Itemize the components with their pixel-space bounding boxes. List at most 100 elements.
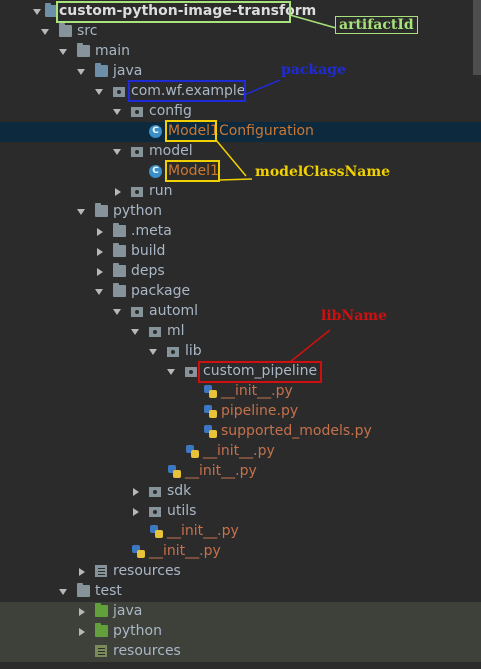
tree-row-test-java[interactable]: java — [0, 602, 481, 622]
folder-icon — [77, 43, 90, 57]
tree-row-sdk[interactable]: sdk — [0, 482, 481, 502]
tree-row-resources[interactable]: resources — [0, 562, 481, 582]
python-file-icon — [150, 525, 164, 539]
chevron-down-icon[interactable] — [95, 89, 103, 95]
model1-config-highlight-box — [165, 120, 217, 142]
package-annotation: package — [281, 62, 346, 78]
chevron-right-icon[interactable] — [133, 508, 139, 516]
package-icon — [131, 185, 144, 197]
meta-label: .meta — [131, 223, 172, 239]
chevron-down-icon[interactable] — [113, 109, 121, 115]
test-folder-icon — [95, 623, 108, 637]
configuration-suffix: Configuration — [218, 123, 314, 139]
chevron-right-icon[interactable] — [115, 188, 121, 196]
chevron-right-icon[interactable] — [79, 608, 85, 616]
source-folder-icon — [95, 63, 108, 77]
python-label: python — [113, 203, 162, 219]
tree-row-pipeline-py[interactable]: pipeline.py — [0, 402, 481, 422]
scrollbar[interactable] — [473, 0, 481, 75]
tree-row-python[interactable]: python — [0, 202, 481, 222]
lib-label: lib — [185, 343, 202, 359]
tree-row-test-resources[interactable]: resources — [0, 642, 481, 662]
tree-row-utils[interactable]: utils — [0, 502, 481, 522]
init-py-label: __init__.py — [167, 523, 239, 539]
tree-row-model[interactable]: model — [0, 142, 481, 162]
package-icon — [149, 325, 162, 337]
class-icon: C — [149, 165, 162, 178]
package-highlight-box — [128, 80, 246, 102]
package-dir-label: package — [131, 283, 191, 299]
tree-row-build[interactable]: build — [0, 242, 481, 262]
test-folder-icon — [95, 603, 108, 617]
libname-annotation: libName — [321, 308, 388, 324]
tree-row-model1-configuration[interactable]: C Model1Configuration — [0, 122, 481, 142]
python-file-icon — [204, 425, 218, 439]
package-icon — [185, 365, 198, 377]
folder-icon — [113, 223, 126, 237]
tree-row-meta[interactable]: .meta — [0, 222, 481, 242]
tree-row-init-py[interactable]: __init__.py — [0, 522, 481, 542]
resources-label: resources — [113, 563, 181, 579]
chevron-right-icon[interactable] — [97, 268, 103, 276]
chevron-right-icon[interactable] — [79, 568, 85, 576]
tree-row-test[interactable]: test — [0, 582, 481, 602]
chevron-down-icon[interactable] — [113, 309, 121, 315]
package-icon — [131, 105, 144, 117]
python-file-icon — [186, 445, 200, 459]
chevron-down-icon[interactable] — [59, 49, 67, 55]
python-file-icon — [204, 385, 218, 399]
main-label: main — [95, 43, 130, 59]
init-py-label: __init__.py — [221, 383, 293, 399]
init-py-label: __init__.py — [149, 543, 221, 559]
tree-row-init-py[interactable]: __init__.py — [0, 442, 481, 462]
automl-label: automl — [149, 303, 199, 319]
chevron-down-icon[interactable] — [59, 589, 67, 595]
chevron-right-icon[interactable] — [97, 248, 103, 256]
chevron-right-icon[interactable] — [79, 628, 85, 636]
tree-row-test-python[interactable]: python — [0, 622, 481, 642]
chevron-down-icon[interactable] — [77, 209, 85, 215]
init-py-label: __init__.py — [185, 463, 257, 479]
chevron-down-icon[interactable] — [131, 329, 139, 335]
sdk-label: sdk — [167, 483, 192, 499]
tree-row-config[interactable]: config — [0, 102, 481, 122]
model-label: model — [149, 143, 193, 159]
tree-row-package-dir[interactable]: package — [0, 282, 481, 302]
chevron-down-icon[interactable] — [77, 69, 85, 75]
chevron-down-icon[interactable] — [167, 369, 175, 375]
tree-row-deps[interactable]: deps — [0, 262, 481, 282]
utils-label: utils — [167, 503, 197, 519]
tree-row-init-py[interactable]: __init__.py — [0, 382, 481, 402]
src-label: src — [77, 23, 98, 39]
custom-pipeline-highlight-box — [198, 361, 322, 383]
tree-row-java[interactable]: java — [0, 62, 481, 82]
artifactid-annotation: artifactId — [335, 16, 418, 34]
tree-row-run[interactable]: run — [0, 182, 481, 202]
folder-icon — [59, 23, 72, 37]
chevron-down-icon[interactable] — [33, 9, 41, 15]
ml-label: ml — [167, 323, 185, 339]
folder-icon — [113, 283, 126, 297]
java-label: java — [113, 63, 143, 79]
tree-row-main[interactable]: main — [0, 42, 481, 62]
chevron-down-icon[interactable] — [95, 289, 103, 295]
python-file-icon — [168, 465, 182, 479]
chevron-down-icon[interactable] — [149, 349, 157, 355]
tree-row-init-py[interactable]: __init__.py — [0, 542, 481, 562]
python-file-icon — [204, 405, 218, 419]
chevron-down-icon[interactable] — [113, 149, 121, 155]
tree-row-init-py[interactable]: __init__.py — [0, 462, 481, 482]
python-file-icon — [132, 545, 146, 559]
chevron-down-icon[interactable] — [41, 29, 49, 35]
chevron-right-icon[interactable] — [133, 488, 139, 496]
tree-row-model1[interactable]: C Model1 — [0, 162, 481, 182]
model1-highlight-box — [165, 160, 220, 182]
tree-row-ml[interactable]: ml — [0, 322, 481, 342]
test-python-label: python — [113, 623, 162, 639]
build-label: build — [131, 243, 166, 259]
chevron-right-icon[interactable] — [97, 228, 103, 236]
tree-row-lib[interactable]: lib — [0, 342, 481, 362]
tree-row-supported-models-py[interactable]: supported_models.py — [0, 422, 481, 442]
tree-row-automl[interactable]: automl — [0, 302, 481, 322]
folder-icon — [77, 583, 90, 597]
